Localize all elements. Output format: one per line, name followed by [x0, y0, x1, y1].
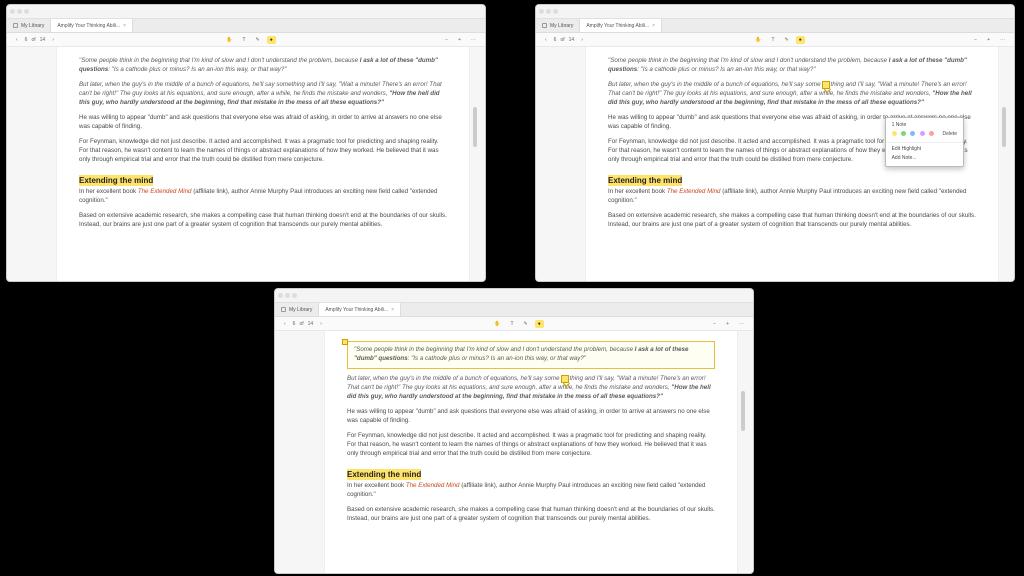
popup-colors: Delete	[886, 130, 963, 139]
content-area: "Some people think in the beginning that…	[275, 331, 753, 573]
left-gutter	[536, 47, 586, 281]
content-area: "Some people think in the beginning that…	[7, 47, 485, 281]
tab-library[interactable]: My Library	[536, 19, 580, 32]
zoom-out-button[interactable]: −	[442, 36, 451, 44]
document-page[interactable]: "Some people think in the beginning that…	[586, 47, 998, 281]
titlebar	[275, 289, 753, 303]
section-heading: Extending the mind	[79, 175, 153, 187]
color-picker[interactable]: ●	[535, 320, 544, 328]
color-purple[interactable]	[920, 131, 925, 136]
book-link[interactable]: The Extended Mind	[406, 482, 460, 489]
annotation-popup: 1 Note Delete Edit Highlight Add Note...	[885, 117, 964, 167]
page-current: 6	[25, 37, 28, 43]
more-icon[interactable]: ⋯	[468, 36, 479, 44]
tab-bar: My Library Amplify Your Thinking Abili..…	[275, 303, 753, 317]
left-gutter	[275, 331, 325, 573]
scroll-thumb[interactable]	[1002, 107, 1006, 147]
nav-next-button[interactable]: ›	[317, 320, 325, 328]
zoom-in-button[interactable]: +	[723, 320, 732, 328]
select-tool[interactable]: T	[239, 36, 248, 44]
pan-tool[interactable]: ✋	[491, 320, 503, 328]
tab-document[interactable]: Amplify Your Thinking Abili...×	[51, 19, 133, 32]
color-picker[interactable]: ●	[267, 36, 276, 44]
more-icon[interactable]: ⋯	[997, 36, 1008, 44]
color-picker[interactable]: ●	[796, 36, 805, 44]
toolbar: ‹ 6 of 14 › ✋ T ✎ ● − + ⋯	[275, 317, 753, 331]
pan-tool[interactable]: ✋	[223, 36, 235, 44]
document-page[interactable]: "Some people think in the beginning that…	[325, 331, 737, 573]
scrollbar[interactable]	[737, 331, 753, 573]
content-area: "Some people think in the beginning that…	[536, 47, 1014, 281]
section-heading: Extending the mind	[608, 175, 682, 187]
popup-edit-highlight[interactable]: Edit Highlight	[886, 142, 963, 154]
traffic-lights[interactable]	[10, 9, 29, 14]
page-total: 14	[40, 37, 46, 43]
scrollbar[interactable]	[998, 47, 1014, 281]
toolbar: ‹ 6 of 14 › ✋ T ✎ ● − + ⋯	[7, 33, 485, 47]
more-icon[interactable]: ⋯	[736, 320, 747, 328]
sticky-note-icon[interactable]	[561, 375, 569, 383]
tab-bar: My Library Amplify Your Thinking Abili..…	[536, 19, 1014, 33]
tab-document[interactable]: Amplify Your Thinking Abili...×	[580, 19, 662, 32]
nav-prev-button[interactable]: ‹	[542, 36, 550, 44]
tab-bar: My Library Amplify Your Thinking Abili..…	[7, 19, 485, 33]
page-of-label: of	[31, 37, 35, 43]
scroll-thumb[interactable]	[473, 107, 477, 147]
tab-label: My Library	[21, 23, 44, 29]
library-icon	[542, 23, 547, 28]
close-icon[interactable]: ×	[652, 23, 655, 29]
color-blue[interactable]	[910, 131, 915, 136]
color-red[interactable]	[929, 131, 934, 136]
book-link[interactable]: The Extended Mind	[667, 188, 721, 195]
reader-window-1: My Library Amplify Your Thinking Abili..…	[6, 4, 486, 282]
tab-library[interactable]: My Library	[275, 303, 319, 316]
zoom-out-button[interactable]: −	[971, 36, 980, 44]
tab-label: Amplify Your Thinking Abili...	[57, 23, 120, 29]
select-tool[interactable]: T	[507, 320, 516, 328]
highlight-tool[interactable]: ✎	[782, 36, 792, 44]
zoom-out-button[interactable]: −	[710, 320, 719, 328]
document-page[interactable]: "Some people think in the beginning that…	[57, 47, 469, 281]
library-icon	[281, 307, 286, 312]
reader-window-2: My Library Amplify Your Thinking Abili..…	[535, 4, 1015, 282]
highlighted-quote[interactable]: "Some people think in the beginning that…	[347, 341, 715, 369]
traffic-lights[interactable]	[278, 293, 297, 298]
zoom-in-button[interactable]: +	[984, 36, 993, 44]
scrollbar[interactable]	[469, 47, 485, 281]
traffic-lights[interactable]	[539, 9, 558, 14]
close-icon[interactable]: ×	[123, 23, 126, 29]
scroll-thumb[interactable]	[741, 391, 745, 431]
library-icon	[13, 23, 18, 28]
select-tool[interactable]: T	[768, 36, 777, 44]
sticky-note-icon[interactable]	[822, 81, 830, 89]
nav-next-button[interactable]: ›	[49, 36, 57, 44]
nav-prev-button[interactable]: ‹	[281, 320, 289, 328]
reader-window-3: My Library Amplify Your Thinking Abili..…	[274, 288, 754, 574]
section-heading: Extending the mind	[347, 469, 421, 481]
tab-document[interactable]: Amplify Your Thinking Abili...×	[319, 303, 401, 316]
highlight-tool[interactable]: ✎	[253, 36, 263, 44]
annotation-marker-icon[interactable]	[342, 339, 348, 345]
toolbar: ‹ 6 of 14 › ✋ T ✎ ● − + ⋯	[536, 33, 1014, 47]
color-yellow[interactable]	[892, 131, 897, 136]
left-gutter	[7, 47, 57, 281]
popup-add-note[interactable]: Add Note...	[886, 154, 963, 163]
highlight-tool[interactable]: ✎	[521, 320, 531, 328]
pan-tool[interactable]: ✋	[752, 36, 764, 44]
titlebar	[536, 5, 1014, 19]
color-green[interactable]	[901, 131, 906, 136]
popup-delete[interactable]: Delete	[943, 131, 957, 137]
popup-header: 1 Note	[886, 121, 963, 130]
close-icon[interactable]: ×	[391, 307, 394, 313]
nav-next-button[interactable]: ›	[578, 36, 586, 44]
nav-prev-button[interactable]: ‹	[13, 36, 21, 44]
zoom-in-button[interactable]: +	[455, 36, 464, 44]
titlebar	[7, 5, 485, 19]
tab-library[interactable]: My Library	[7, 19, 51, 32]
book-link[interactable]: The Extended Mind	[138, 188, 192, 195]
